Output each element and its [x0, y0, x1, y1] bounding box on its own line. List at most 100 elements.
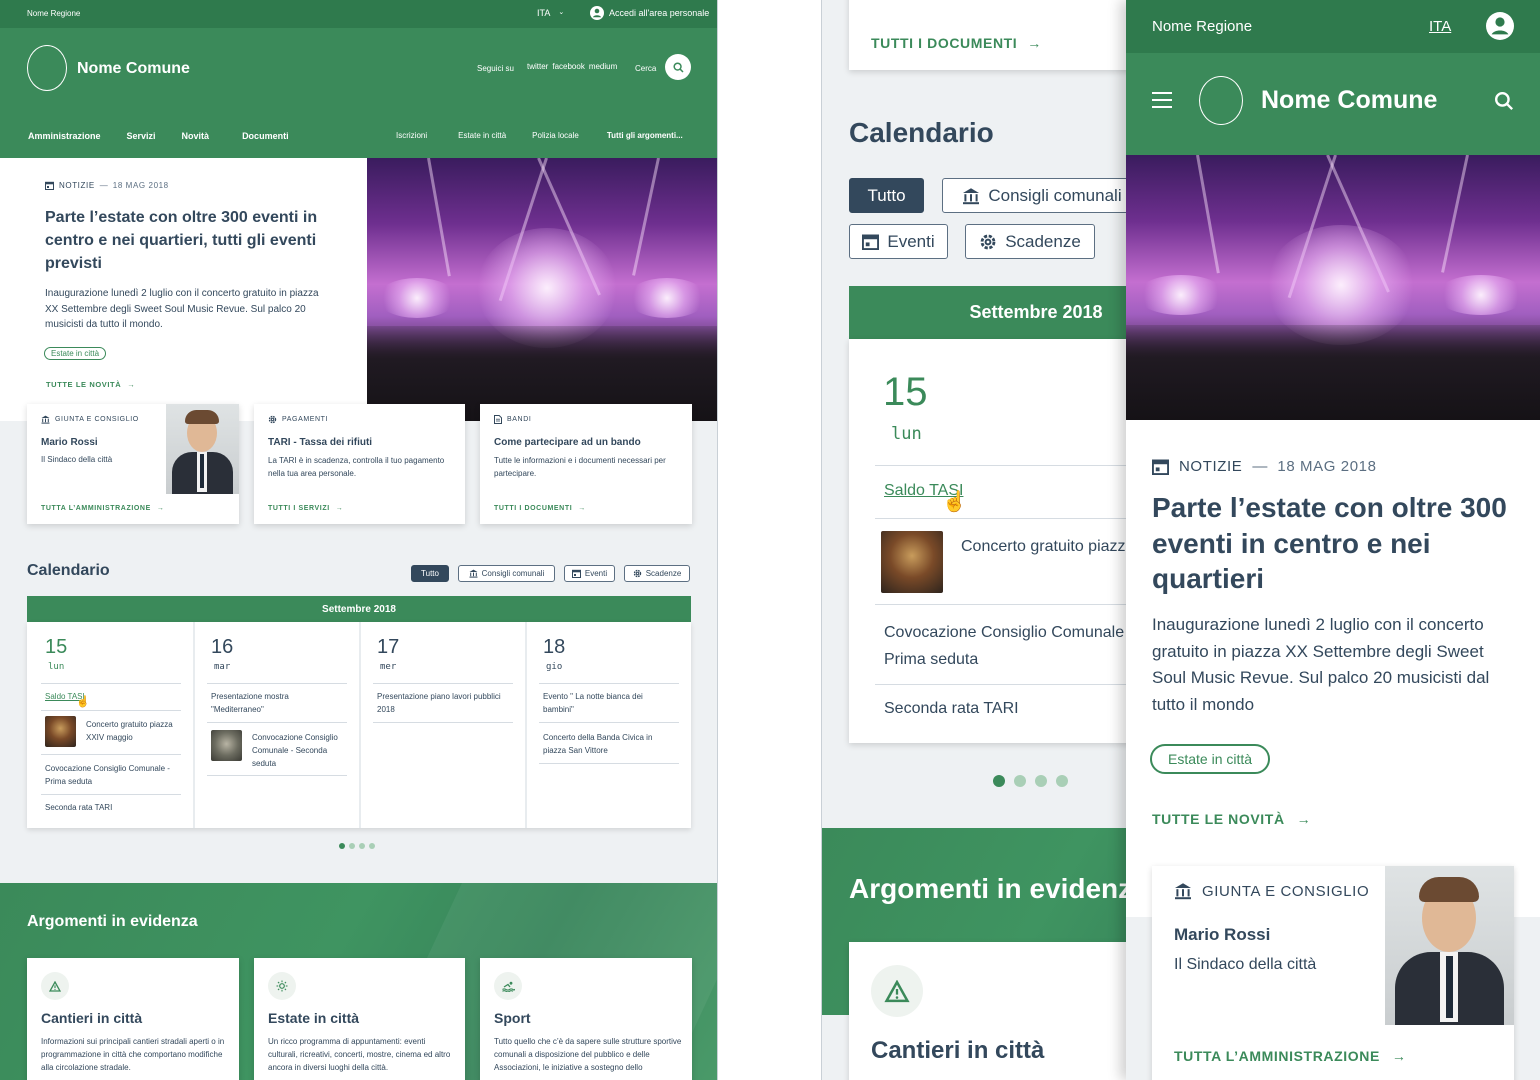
tablet-event-concerto[interactable]: Concerto gratuito piazza XXIV maggio [961, 533, 1126, 560]
hero-more-link[interactable]: TUTTE LE NOVITÀ → [46, 380, 135, 389]
social-links: twitter facebook medium [527, 62, 617, 71]
nav-documenti[interactable]: Documenti [242, 131, 289, 141]
tablet-event-seconda-rata[interactable]: Seconda rata TARI [884, 700, 1019, 718]
mobile-comune-name[interactable]: Nome Comune [1261, 86, 1437, 115]
event-convocazione[interactable]: Convocazione Consiglio Comunale - Second… [252, 731, 344, 770]
pager-dot-active[interactable] [993, 775, 1005, 787]
follow-label: Seguici su [477, 64, 514, 73]
event-notte-bianca[interactable]: Evento " La notte bianca dei bambini" [543, 690, 673, 716]
calendar-pager [339, 843, 375, 849]
mobile-hero-text: Inaugurazione lunedì 2 luglio con il con… [1152, 615, 1490, 714]
card-pagamenti-category-label: PAGAMENTI [282, 416, 329, 423]
filter-consigli[interactable]: Consigli comunali [458, 565, 555, 582]
tablet-docs-link[interactable]: TUTTI I DOCUMENTI → [871, 35, 1041, 51]
filter-scadenze[interactable]: Scadenze [624, 565, 690, 582]
pager-dot[interactable] [349, 843, 355, 849]
comune-name[interactable]: Nome Comune [77, 60, 190, 78]
mobile-hero-more-label: TUTTE LE NOVITÀ [1152, 811, 1285, 827]
region-link[interactable]: Nome Regione [27, 9, 80, 18]
mobile-login-button[interactable] [1486, 12, 1514, 40]
nav-servizi[interactable]: Servizi [127, 131, 156, 141]
mobile-card-link[interactable]: TUTTA L’AMMINISTRAZIONE → [1174, 1048, 1406, 1064]
login-button[interactable]: Accedi all'area personale [590, 6, 709, 20]
desktop-view: Nome Regione ITA ⌄ Accedi all'area perso… [0, 0, 718, 1080]
mobile-hero-more-link[interactable]: TUTTE LE NOVITÀ → [1152, 811, 1311, 827]
event-concerto[interactable]: Concerto gratuito piazza XXIV maggio [86, 718, 176, 744]
divider [875, 604, 1126, 605]
cursor-hand-icon: ☝ [942, 491, 967, 513]
filter-eventi[interactable]: Eventi [564, 565, 615, 582]
mobile-hero-separator: — [1252, 458, 1268, 475]
event-piano-lavori[interactable]: Presentazione piano lavori pubblici 2018 [377, 690, 513, 716]
language-selector[interactable]: ITA ⌄ [537, 8, 564, 18]
pager-dot[interactable] [369, 843, 375, 849]
facebook-link[interactable]: facebook [552, 62, 584, 71]
card-giunta-link[interactable]: TUTTA L’AMMINISTRAZIONE → [41, 505, 164, 512]
tablet-filter-consigli[interactable]: Consigli comunali [942, 178, 1126, 213]
user-icon [590, 6, 604, 20]
medium-link[interactable]: medium [589, 62, 617, 71]
nav-novita[interactable]: Novità [182, 131, 210, 141]
nav-estate[interactable]: Estate in città [458, 131, 506, 140]
divider [539, 683, 679, 684]
tablet-filter-eventi[interactable]: Eventi [849, 224, 948, 259]
pager-dot-active[interactable] [339, 843, 345, 849]
card-pagamenti-link-label: TUTTI I SERVIZI [268, 505, 330, 512]
pager-dot[interactable] [359, 843, 365, 849]
chevron-down-icon: ⌄ [558, 9, 565, 16]
mobile-language[interactable]: ITA [1429, 18, 1451, 35]
nav-amministrazione[interactable]: Amministrazione [28, 131, 101, 141]
event-mostra[interactable]: Presentazione mostra "Mediterraneo" [211, 690, 341, 716]
nav-tutti-argomenti[interactable]: Tutti gli argomenti... [607, 131, 683, 140]
tablet-event-thumbnail [881, 531, 943, 593]
mobile-region-link[interactable]: Nome Regione [1152, 18, 1252, 35]
mobile-logo[interactable] [1199, 76, 1243, 125]
mobile-card-category: GIUNTA E CONSIGLIO [1174, 882, 1369, 900]
hero-meta: NOTIZIE — 18 MAG 2018 [45, 181, 169, 190]
tablet-filter-eventi-label: Eventi [887, 231, 935, 251]
hero-title[interactable]: Parte l’estate con oltre 300 eventi in c… [45, 206, 325, 275]
tablet-filter-tutto[interactable]: Tutto [849, 178, 924, 213]
event-banda-civica[interactable]: Concerto della Banda Civica in piazza Sa… [543, 731, 673, 757]
tablet-day-number: 15 [883, 370, 928, 414]
nav-iscrizioni[interactable]: Iscrizioni [396, 131, 427, 140]
tablet-topics-title: Argomenti in evidenza [849, 873, 1126, 904]
hero-tag[interactable]: Estate in città [44, 347, 107, 360]
filter-scadenze-label: Scadenze [645, 569, 682, 578]
mobile-search-button[interactable] [1494, 91, 1514, 111]
filter-tutto[interactable]: Tutto [411, 565, 449, 582]
event-seconda-rata[interactable]: Seconda rata TARI [45, 803, 112, 812]
search-button[interactable] [665, 54, 691, 80]
warning-icon [884, 979, 910, 1002]
divider [41, 754, 181, 755]
gear-icon [633, 569, 641, 578]
search-icon [1494, 91, 1514, 111]
mobile-hero-title[interactable]: Parte l’estate con oltre 300 eventi in c… [1152, 490, 1512, 597]
swimmer-icon [501, 981, 515, 992]
tablet-pager [993, 775, 1068, 787]
tablet-event-covocazione[interactable]: Covocazione Consiglio Comunale - Prima s… [884, 619, 1126, 673]
logo[interactable] [27, 45, 67, 91]
twitter-link[interactable]: twitter [527, 62, 548, 71]
tablet-filter-scadenze[interactable]: Scadenze [965, 224, 1095, 259]
mobile-hero-image [1126, 155, 1540, 420]
nav-polizia[interactable]: Polizia locale [532, 131, 579, 140]
gear-icon [980, 234, 996, 249]
secondary-nav: Iscrizioni Estate in città Polizia local… [396, 131, 683, 140]
card-bandi-link[interactable]: TUTTI I DOCUMENTI → [494, 505, 585, 512]
event-covocazione[interactable]: Covocazione Consiglio Comunale - Prima s… [45, 762, 181, 788]
user-icon [1486, 12, 1514, 40]
pager-dot[interactable] [1035, 775, 1047, 787]
search-label: Cerca [635, 64, 657, 73]
card-pagamenti-link[interactable]: TUTTI I SERVIZI → [268, 505, 343, 512]
mobile-hero-tag[interactable]: Estate in città [1150, 744, 1271, 774]
column-separator [193, 622, 195, 828]
pager-dot[interactable] [1014, 775, 1026, 787]
calendar-title: Calendario [27, 562, 110, 579]
topic-cantieri-title: Cantieri in città [41, 1010, 143, 1026]
card-bandi-title: Come partecipare ad un bando [494, 437, 641, 448]
pager-dot[interactable] [1056, 775, 1068, 787]
institution-icon [469, 569, 478, 578]
hamburger-menu-icon[interactable] [1152, 92, 1172, 108]
tablet-view: TUTTI I DOCUMENTI → Calendario Tutto Con… [821, 0, 1126, 1080]
